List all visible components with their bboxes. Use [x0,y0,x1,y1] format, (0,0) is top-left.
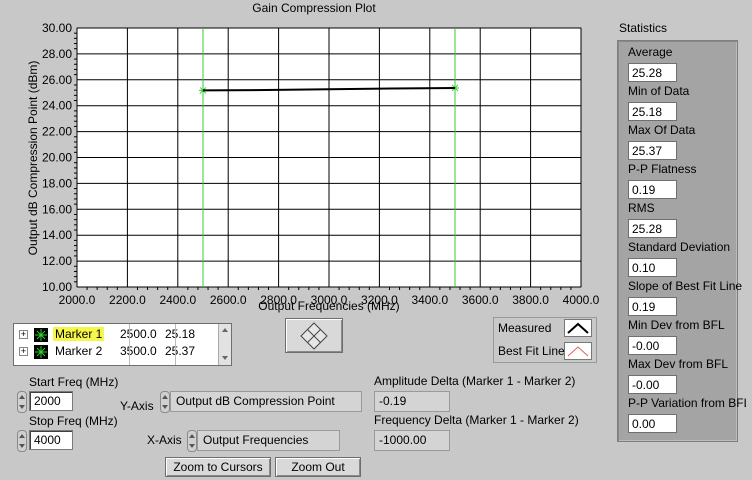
stat-value-pp-flatness: 0.19 [628,180,677,199]
start-freq-input[interactable]: 2000 [29,391,73,411]
marker-x: 2500.0 [120,327,157,341]
cursor-move-button[interactable] [285,318,343,353]
zoom-to-cursors-button[interactable]: Zoom to Cursors [165,457,271,477]
y-tick-label: 30.00 [42,21,72,35]
stat-value-slope: 0.19 [628,297,677,316]
marker-list[interactable]: + Marker 1 2500.0 25.18 + Marker 2 3500.… [13,323,232,366]
frequency-delta-label: Frequency Delta (Marker 1 - Marker 2) [374,413,579,427]
plot-title: Gain Compression Plot [252,1,376,15]
y-axis-select-arrows[interactable] [160,391,170,413]
column-divider [129,324,130,365]
y-axis-label: Output dB Compression Point (dBm) [26,61,40,256]
x-tick-label: 2600.0 [210,293,247,307]
stop-freq-label: Stop Freq (MHz) [29,414,118,428]
y-axis-select[interactable]: Output dB Compression Point [170,391,362,412]
stat-label-rms: RMS [628,201,655,215]
plot-legend: Measured Best Fit Line [493,317,597,363]
cursor-icon [34,345,48,359]
cursor-icon [34,328,48,342]
x-axis-select-arrows[interactable] [187,430,197,452]
x-tick-label: 2000.0 [59,293,96,307]
column-divider [175,324,176,365]
stat-label-min: Min of Data [628,84,690,98]
stat-label-max-dev: Max Dev from BFL [628,357,729,371]
y-tick-labels: 10.00 12.00 14.00 16.00 18.00 20.00 22.00 24.00… [42,21,72,294]
y-tick-label: 22.00 [42,125,72,139]
stat-label-average: Average [628,45,673,59]
stat-label-slope: Slope of Best Fit Line [628,279,743,293]
stat-value-max-dev: -0.00 [628,375,677,394]
stop-freq-input[interactable]: 4000 [29,430,73,450]
marker-row[interactable]: + Marker 2 3500.0 25.37 [14,344,218,360]
legend-best-fit-swatch [564,342,592,360]
amplitude-delta-label: Amplitude Delta (Marker 1 - Marker 2) [374,374,576,388]
x-tick-label: 3800.0 [512,293,549,307]
stat-value-pp-variation: 0.00 [628,414,677,433]
stat-label-max: Max Of Data [628,123,696,137]
y-tick-label: 16.00 [42,202,72,216]
marker-name: Marker 2 [55,344,103,358]
stat-value-average: 25.28 [628,63,677,82]
statistics-title: Statistics [619,21,668,35]
marker-row[interactable]: + Marker 1 2500.0 25.18 [14,327,218,343]
y-tick-label: 26.00 [42,73,72,87]
legend-measured-swatch [564,319,592,337]
expand-icon[interactable]: + [19,347,28,356]
y-tick-label: 24.00 [42,99,72,113]
stat-label-pp-flatness: P-P Flatness [628,162,697,176]
marker-list-scrollbar[interactable] [218,324,231,365]
x-tick-label: 3400.0 [411,293,448,307]
y-tick-label: 10.00 [42,280,72,294]
diamond-arrows-icon [300,322,328,350]
stat-value-rms: 25.28 [628,219,677,238]
stat-label-std-dev: Standard Deviation [628,240,731,254]
marker-y: 25.18 [165,327,196,341]
stat-value-min-dev: -0.00 [628,336,677,355]
frequency-delta-value: -1000.00 [374,430,450,451]
x-axis-select-label: X-Axis [147,433,182,447]
y-tick-label: 18.00 [42,176,72,190]
stat-value-std-dev: 0.10 [628,258,677,277]
stop-freq-stepper[interactable] [17,430,27,452]
stat-label-pp-variation: P-P Variation from BFL [628,396,746,410]
x-axis-label: Output Frequencies (MHz) [258,299,399,313]
amplitude-delta-value: -0.19 [374,391,450,412]
x-axis-select[interactable]: Output Frequencies [197,430,340,451]
marker-name: Marker 1 [53,327,105,341]
y-tick-label: 12.00 [42,254,72,268]
y-tick-label: 20.00 [42,151,72,165]
stat-value-max: 25.37 [628,141,677,160]
marker-y: 25.37 [165,344,196,358]
y-tick-label: 28.00 [42,47,72,61]
y-axis-select-label: Y-Axis [120,399,154,413]
stat-label-min-dev: Min Dev from BFL [628,318,725,332]
legend-best-fit-label: Best Fit Line [498,344,565,358]
expand-icon[interactable]: + [19,330,28,339]
scroll-up-icon[interactable] [222,328,228,332]
gain-compression-plot[interactable]: 10.00 12.00 14.00 16.00 18.00 20.00 22.00 24.00… [0,14,604,314]
legend-measured-label: Measured [498,321,552,335]
x-tick-label: 2200.0 [109,293,146,307]
x-tick-label: 3600.0 [462,293,499,307]
stat-value-min: 25.18 [628,102,677,121]
x-tick-label: 4000.0 [563,293,600,307]
start-freq-stepper[interactable] [17,391,27,413]
statistics-panel: Average 25.28 Min of Data 25.18 Max Of D… [617,40,746,442]
marker-x: 3500.0 [120,344,157,358]
zoom-out-button[interactable]: Zoom Out [275,457,361,477]
y-tick-label: 14.00 [42,228,72,242]
x-tick-label: 2400.0 [159,293,196,307]
scroll-down-icon[interactable] [222,356,228,360]
start-freq-label: Start Freq (MHz) [29,375,119,389]
